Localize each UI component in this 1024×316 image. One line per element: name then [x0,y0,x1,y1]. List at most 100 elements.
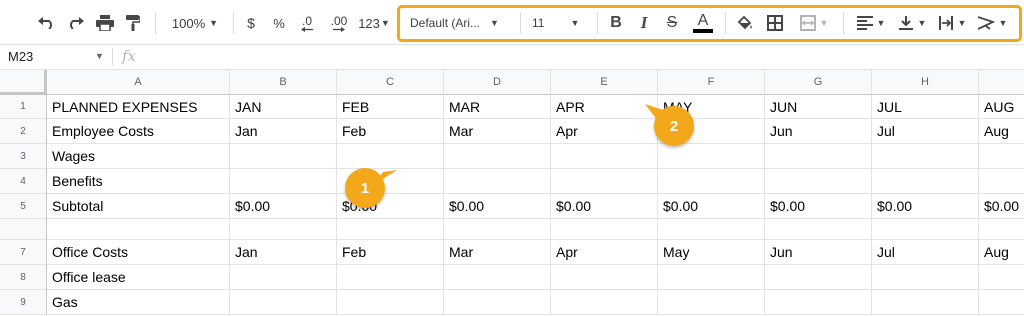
grid-cell[interactable]: Jan [230,119,337,144]
number-format-select[interactable]: 123 ▼ [357,12,391,34]
grid-cell[interactable] [658,144,765,169]
grid-cell[interactable]: $0.00 [230,194,337,219]
column-header[interactable]: D [444,70,551,95]
grid-cell[interactable]: APR [551,95,658,119]
column-header[interactable]: E [551,70,658,95]
grid-cell[interactable] [230,265,337,290]
column-header[interactable] [979,70,1024,95]
row-header[interactable]: 1 [0,95,47,119]
grid-cell[interactable]: AUG [979,95,1024,119]
font-size-select[interactable]: 11 ▼ [532,12,588,34]
grid-cell[interactable] [872,265,979,290]
font-family-select[interactable]: Default (Ari... ▼ [410,12,510,34]
column-header[interactable]: C [337,70,444,95]
grid-cell[interactable] [230,219,337,240]
bold-button[interactable]: B [606,12,626,34]
grid-cell[interactable]: Aug [979,240,1024,265]
row-header[interactable]: 8 [0,265,47,290]
grid-cell[interactable]: $0.00 [765,194,872,219]
grid-cell[interactable]: Wages [47,144,230,169]
redo-button[interactable] [64,12,86,34]
grid-cell[interactable]: Jul [872,119,979,144]
paint-format-button[interactable] [122,12,144,34]
grid-cell[interactable] [47,219,230,240]
zoom-select[interactable]: 100% ▼ [164,12,226,34]
grid-cell[interactable] [337,290,444,315]
grid-cell[interactable] [658,219,765,240]
grid-cell[interactable]: $0.00 [979,194,1024,219]
grid-cell[interactable] [979,290,1024,315]
grid-cell[interactable] [658,290,765,315]
grid-cell[interactable]: Jul [872,240,979,265]
merge-cells-button[interactable]: ▼ [794,12,834,34]
grid-cell[interactable]: Jun [765,119,872,144]
grid-cell[interactable] [551,219,658,240]
horizontal-align-button[interactable]: ▼ [852,12,890,34]
grid-cell[interactable] [444,219,551,240]
grid-cell[interactable] [337,265,444,290]
grid-cell[interactable]: $0.00 [658,194,765,219]
grid-cell[interactable]: Mar [444,240,551,265]
grid-cell[interactable] [765,219,872,240]
grid-cell[interactable]: Gas [47,290,230,315]
grid-cell[interactable]: Office Costs [47,240,230,265]
grid-cell[interactable] [872,219,979,240]
chevron-down-icon[interactable]: ▼ [95,51,104,61]
grid-cell[interactable] [872,169,979,194]
vertical-align-button[interactable]: ▼ [894,12,930,34]
name-box[interactable]: M23 [8,49,33,64]
grid-cell[interactable]: Employee Costs [47,119,230,144]
row-header[interactable]: 5 [0,194,47,219]
grid-cell[interactable]: Feb [337,119,444,144]
grid-cell[interactable]: JAN [230,95,337,119]
grid-cell[interactable] [230,169,337,194]
grid-cell[interactable] [444,290,551,315]
row-header[interactable]: 4 [0,169,47,194]
row-header[interactable]: 2 [0,119,47,144]
grid-cell[interactable] [230,144,337,169]
grid-cell[interactable] [551,144,658,169]
fill-color-button[interactable] [734,12,756,34]
grid-cell[interactable]: Benefits [47,169,230,194]
text-rotation-button[interactable]: ▼ [974,12,1010,34]
currency-format-button[interactable]: $ [242,12,260,34]
grid-cell[interactable] [872,290,979,315]
text-color-button[interactable]: A [690,12,716,34]
grid-cell[interactable] [979,144,1024,169]
column-header[interactable]: H [872,70,979,95]
grid-cell[interactable]: MAR [444,95,551,119]
grid-cell[interactable] [337,219,444,240]
borders-button[interactable] [764,12,786,34]
grid-cell[interactable] [765,169,872,194]
grid-cell[interactable]: Apr [551,240,658,265]
grid-cell[interactable]: May [658,240,765,265]
print-button[interactable] [94,12,116,34]
grid-cell[interactable] [551,290,658,315]
select-all-corner[interactable] [0,70,47,95]
grid-cell[interactable]: Jan [230,240,337,265]
grid-cell[interactable]: Feb [337,240,444,265]
grid-cell[interactable]: PLANNED EXPENSES [47,95,230,119]
strikethrough-button[interactable]: S [662,12,682,34]
row-header[interactable] [0,219,47,240]
grid-cell[interactable] [979,169,1024,194]
grid-cell[interactable]: Subtotal [47,194,230,219]
grid-cell[interactable]: Aug [979,119,1024,144]
row-header[interactable]: 9 [0,290,47,315]
text-wrapping-button[interactable]: ▼ [934,12,970,34]
column-header[interactable]: G [765,70,872,95]
grid-cell[interactable]: Apr [551,119,658,144]
grid-cell[interactable] [765,290,872,315]
row-header[interactable]: 7 [0,240,47,265]
increase-decimal-button[interactable]: .00 [326,12,352,34]
grid-cell[interactable] [872,144,979,169]
grid-cell[interactable]: Office lease [47,265,230,290]
italic-button[interactable]: I [634,12,654,34]
undo-button[interactable] [36,12,58,34]
grid-cell[interactable] [551,265,658,290]
grid-cell[interactable]: $0.00 [551,194,658,219]
row-header[interactable]: 3 [0,144,47,169]
grid-cell[interactable]: Mar [444,119,551,144]
grid-cell[interactable] [444,144,551,169]
grid-cell[interactable]: JUN [765,95,872,119]
